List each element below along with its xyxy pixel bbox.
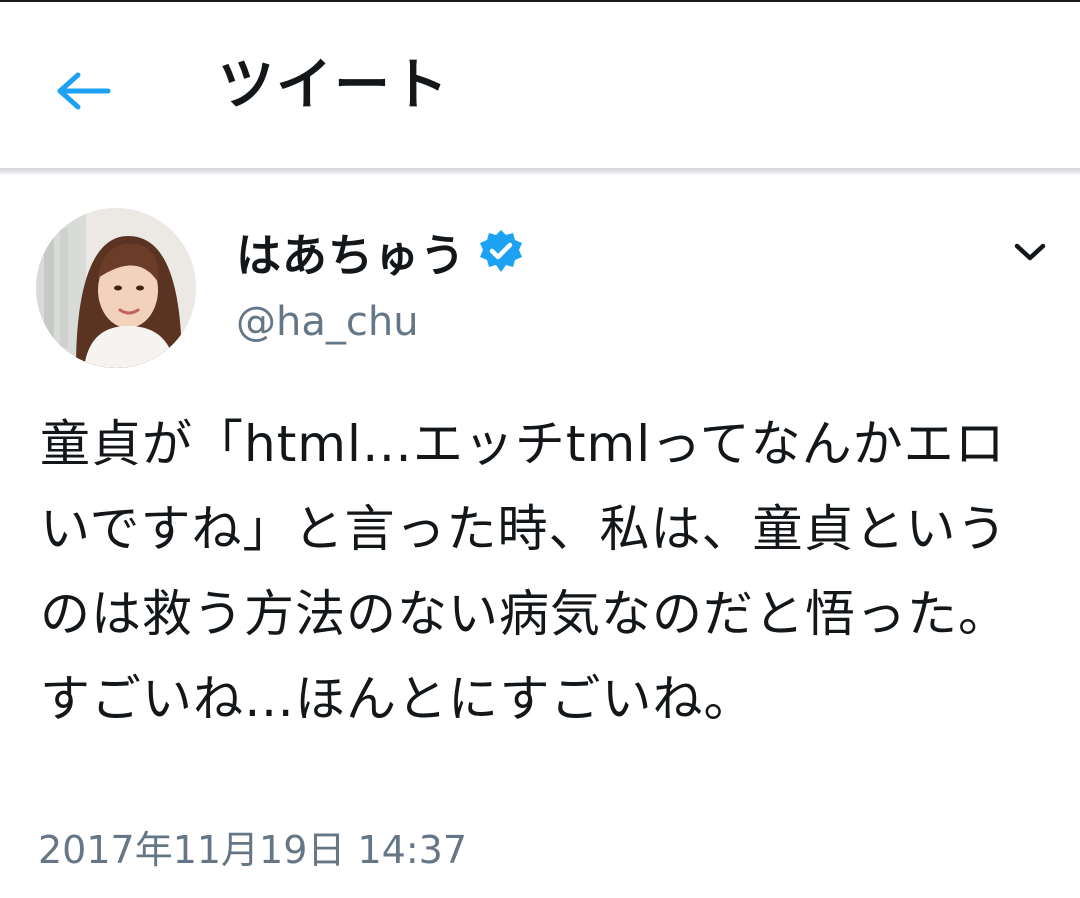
tweet-detail-screen: ツイート はあちゅう @ha_chu 童貞が「html…エッチtmlってなんかエ… [0,0,1080,898]
avatar[interactable] [36,208,196,368]
tweet-menu-button[interactable] [1000,226,1060,278]
arrow-left-icon [57,72,111,110]
tweet-timestamp[interactable]: 2017年11月19日 14:37 [38,824,467,876]
tweet-card: はあちゅう @ha_chu 童貞が「html…エッチtmlってなんかエロいですね… [0,174,1080,898]
avatar-photo [36,208,196,368]
page-title: ツイート [218,53,450,118]
verified-badge-icon [478,228,524,274]
back-button[interactable] [44,56,124,126]
tweet-text: 童貞が「html…エッチtmlってなんかエロいですね」と言った時、私は、童貞とい… [40,415,1009,728]
display-name: はあちゅう [236,228,467,282]
chevron-down-icon [1014,243,1046,261]
top-app-bar: ツイート [0,0,1080,168]
user-handle[interactable]: @ha_chu [236,294,419,350]
author-name-row[interactable]: はあちゅう [236,218,524,284]
